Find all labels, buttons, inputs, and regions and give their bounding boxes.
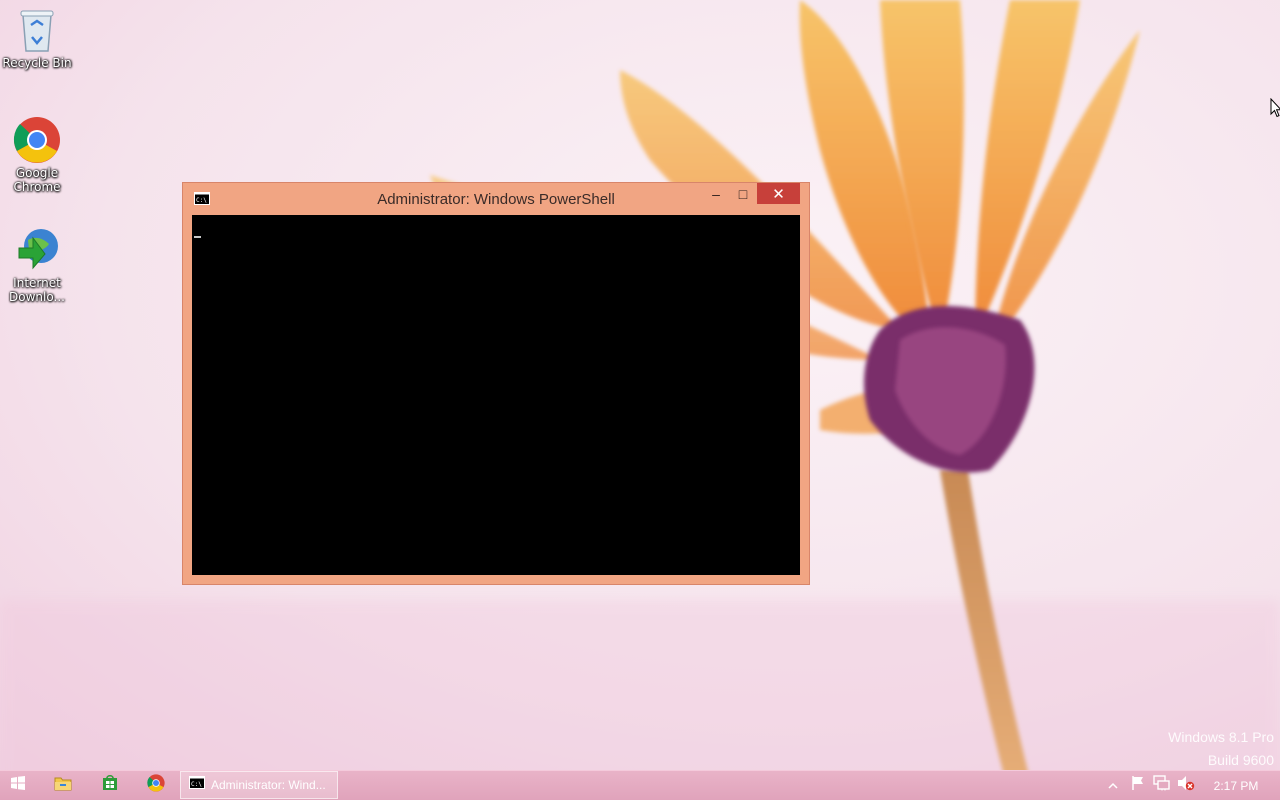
watermark-build: Build 9600	[1207, 752, 1274, 768]
desktop-icon-google-chrome[interactable]: Google Chrome	[2, 116, 72, 194]
console-output-area[interactable]	[192, 215, 800, 575]
text-cursor	[194, 236, 201, 238]
volume-muted-icon	[1177, 775, 1195, 796]
action-center-button[interactable]	[1128, 771, 1148, 800]
chrome-icon	[147, 774, 165, 797]
network-button[interactable]	[1152, 771, 1172, 800]
internet-download-manager-icon	[13, 226, 61, 274]
windows-watermark: Windows 8.1 Pro Build 9600	[1168, 726, 1274, 772]
taskbar: C:\ Administrator: Wind... 2:17 PM	[0, 770, 1280, 800]
watermark-edition: Windows 8.1 Pro	[1168, 729, 1274, 745]
action-center-flag-icon	[1130, 775, 1146, 796]
taskbar-task-label: Administrator: Wind...	[211, 778, 326, 792]
taskbar-file-explorer[interactable]	[48, 771, 78, 800]
start-button[interactable]	[4, 771, 32, 800]
desktop-icon-label: Internet Downlo...	[9, 276, 65, 304]
file-explorer-icon	[54, 775, 72, 796]
desktop-icon-label: Recycle Bin	[2, 56, 72, 70]
taskbar-store[interactable]	[95, 771, 125, 800]
minimize-icon: –	[712, 185, 720, 202]
volume-button[interactable]	[1176, 771, 1196, 800]
powershell-window[interactable]: C:\ Administrator: Windows PowerShell – …	[182, 182, 810, 585]
maximize-icon: □	[738, 185, 748, 202]
svg-text:C:\: C:\	[191, 781, 202, 788]
taskbar-chrome[interactable]	[141, 771, 171, 800]
chevron-up-icon	[1108, 777, 1118, 795]
maximize-button[interactable]: □	[730, 183, 756, 204]
desktop-icon-label: Google Chrome	[13, 166, 61, 194]
taskbar-task-powershell[interactable]: C:\ Administrator: Wind...	[180, 771, 338, 799]
desktop-icon-internet-download-manager[interactable]: Internet Downlo...	[2, 226, 72, 304]
store-icon	[102, 775, 118, 796]
show-hidden-icons-button[interactable]	[1106, 771, 1120, 800]
taskbar-clock[interactable]: 2:17 PM	[1206, 771, 1266, 800]
chrome-icon	[13, 116, 61, 164]
close-icon: ✕	[772, 185, 785, 203]
mouse-pointer-icon	[1270, 97, 1280, 123]
close-button[interactable]: ✕	[757, 183, 800, 204]
powershell-console-icon: C:\	[189, 776, 205, 794]
network-icon	[1153, 775, 1171, 796]
recycle-bin-icon	[13, 6, 61, 54]
window-titlebar[interactable]: C:\ Administrator: Windows PowerShell – …	[183, 183, 809, 215]
desktop-icon-recycle-bin[interactable]: Recycle Bin	[2, 6, 72, 70]
windows-start-icon	[11, 776, 25, 795]
minimize-button[interactable]: –	[702, 183, 730, 204]
